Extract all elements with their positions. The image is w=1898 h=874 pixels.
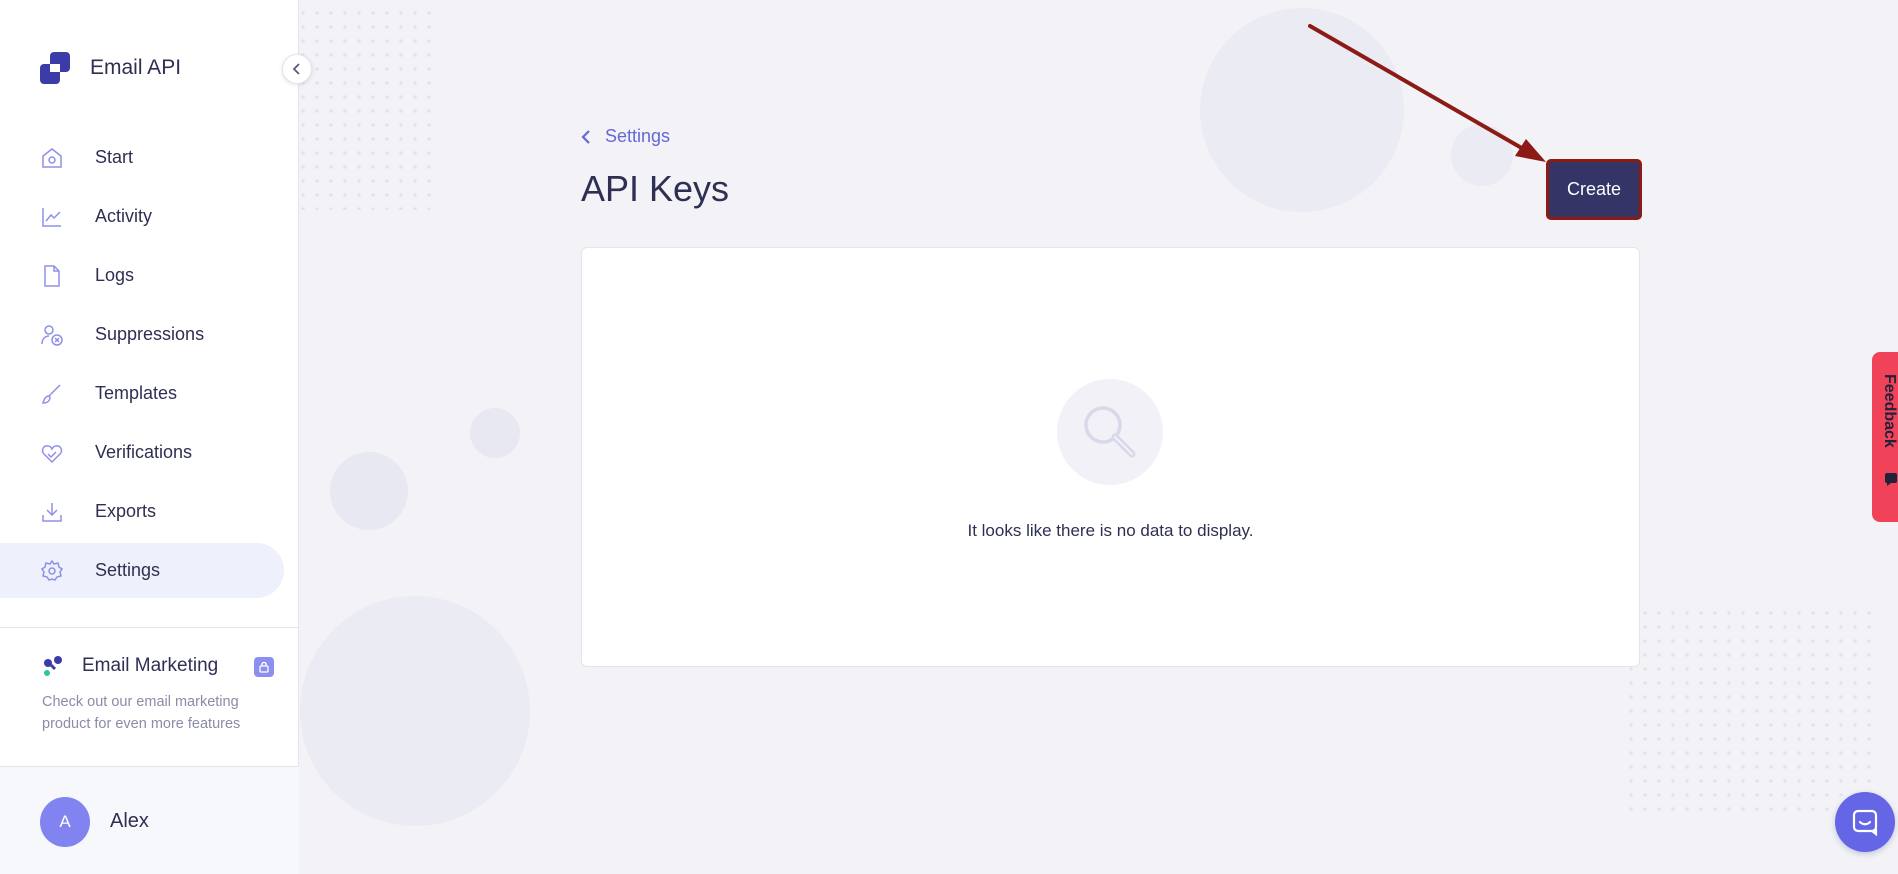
sidebar-item-settings[interactable]: Settings: [0, 543, 284, 598]
chart-icon: [40, 205, 64, 229]
user-profile[interactable]: A Alex: [0, 767, 299, 874]
user-block-icon: [40, 323, 64, 347]
decorative-circle: [1200, 8, 1404, 212]
breadcrumb-back-link[interactable]: Settings: [581, 126, 670, 147]
decorative-dots: [1628, 610, 1878, 820]
feedback-icon: [1885, 473, 1897, 486]
sidebar-item-label: Suppressions: [95, 324, 205, 344]
sidebar-nav: Start Activity Logs Suppressions Templat…: [0, 130, 299, 602]
promo-text: Check out our email marketing product fo…: [42, 694, 241, 732]
empty-state-message: It looks like there is no data to displa…: [967, 521, 1254, 540]
file-icon: [40, 264, 64, 288]
brand-name: Email API: [90, 56, 182, 79]
chevron-left-icon: [292, 63, 300, 75]
sidebar-item-templates[interactable]: Templates: [0, 366, 284, 421]
gear-icon: [40, 559, 64, 583]
empty-state-icon-wrap: [1057, 379, 1163, 485]
page-title: API Keys: [581, 168, 730, 209]
user-name: Alex: [110, 810, 149, 832]
sidebar-item-label: Start: [95, 147, 134, 167]
decorative-circle: [1451, 124, 1513, 186]
search-icon: [1084, 406, 1136, 458]
email-marketing-logo-icon: [44, 656, 62, 676]
chat-support-button[interactable]: [1835, 792, 1895, 852]
create-button[interactable]: Create: [1546, 159, 1642, 220]
brand[interactable]: Email API: [40, 52, 181, 84]
decorative-circle: [300, 596, 530, 826]
sidebar-item-logs[interactable]: Logs: [0, 248, 284, 303]
sidebar-item-start[interactable]: Start: [0, 130, 284, 185]
sidebar-item-label: Logs: [95, 265, 135, 285]
avatar: A: [40, 797, 90, 847]
chat-icon: [1852, 809, 1878, 837]
chevron-left-icon: [581, 129, 590, 144]
sidebar-item-activity[interactable]: Activity: [0, 189, 284, 244]
empty-state-card: It looks like there is no data to displa…: [581, 247, 1640, 667]
sidebar-item-exports[interactable]: Exports: [0, 484, 284, 539]
sidebar-item-label: Activity: [95, 206, 153, 226]
download-icon: [40, 500, 64, 524]
breadcrumb-label: Settings: [605, 126, 671, 146]
email-api-logo-icon: [40, 52, 70, 84]
decorative-circle: [330, 452, 408, 530]
sidebar-item-label: Verifications: [95, 442, 193, 462]
collapse-sidebar-button[interactable]: [282, 54, 312, 84]
sidebar-item-verifications[interactable]: Verifications: [0, 425, 284, 480]
sidebar-item-label: Settings: [95, 560, 161, 580]
sidebar-item-label: Templates: [95, 383, 178, 403]
brush-icon: [40, 382, 64, 406]
home-icon: [40, 146, 64, 170]
sidebar-item-suppressions[interactable]: Suppressions: [0, 307, 284, 362]
sidebar-divider: [0, 627, 299, 628]
email-marketing-promo[interactable]: Email Marketing Check out our email mark…: [42, 655, 282, 735]
decorative-circle: [470, 408, 520, 458]
feedback-tab[interactable]: Feedback: [1872, 352, 1898, 522]
heart-check-icon: [40, 441, 64, 465]
lock-icon: [254, 657, 274, 677]
sidebar-item-label: Exports: [95, 501, 157, 521]
feedback-label: Feedback: [1881, 374, 1898, 448]
promo-title: Email Marketing: [82, 655, 219, 676]
decorative-dots: [300, 10, 440, 210]
sidebar: Email API Start Activity Logs Suppressio…: [0, 0, 299, 874]
